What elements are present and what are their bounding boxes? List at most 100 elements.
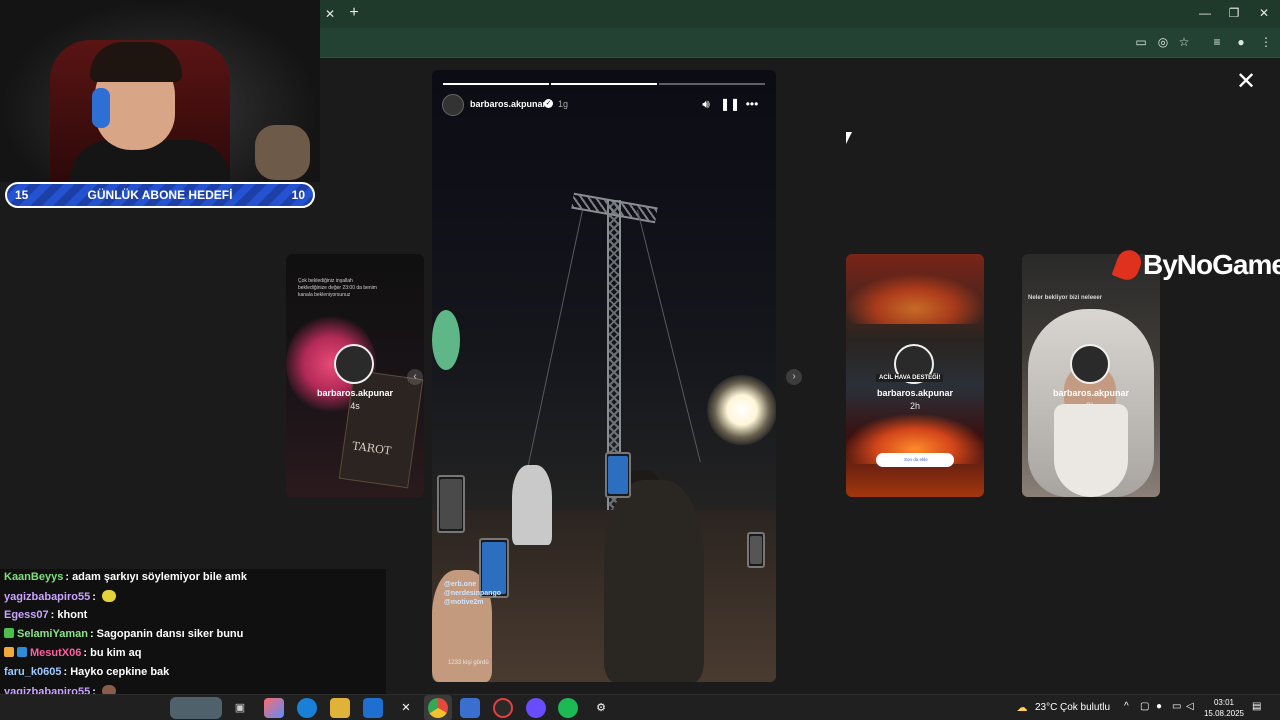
wizard-image — [1054, 404, 1128, 497]
clock-date: 15.08.2025 — [1203, 709, 1245, 718]
chat-username[interactable]: KaanBeyys — [4, 571, 63, 583]
stage-light — [707, 375, 776, 445]
chat-separator: : — [92, 591, 99, 603]
side-story-middle[interactable]: ACİL HAVA DESTEĞİ! barbaros.akpunar 2h S… — [846, 254, 984, 497]
chat-badge-icon — [17, 647, 27, 657]
star-icon[interactable]: ☆ — [1175, 33, 1193, 51]
hand-image — [255, 125, 310, 180]
chat-text: adam şarkıyı söylemiyor bile amk — [72, 571, 247, 583]
notifications-icon[interactable]: ▤ — [1252, 701, 1261, 712]
story-username[interactable]: barbaros.akpunar — [470, 99, 546, 109]
task-view-icon[interactable]: ▣ — [230, 698, 250, 718]
streamer-image — [90, 42, 182, 82]
goal-label: GÜNLÜK ABONE HEDEFİ — [87, 188, 233, 202]
system-clock[interactable]: 03:01 15.08.2025 — [1200, 697, 1248, 719]
cast-icon[interactable]: ▭ — [1132, 33, 1150, 51]
volume-icon[interactable]: ◁ — [1186, 701, 1194, 712]
chat-username[interactable]: Egess07 — [4, 609, 49, 621]
previous-story-chevron-icon[interactable]: ‹ — [407, 369, 423, 385]
story-username: barbaros.akpunar — [1052, 388, 1130, 398]
minimize-button[interactable]: — — [1193, 4, 1217, 22]
webcam-overlay — [0, 0, 320, 182]
mention-tag[interactable]: @motive2m — [444, 598, 501, 607]
phone-image — [437, 475, 465, 533]
chat-message: MesutX06: bu kim aq — [4, 647, 141, 664]
phone-image — [605, 452, 631, 498]
chat-username[interactable]: faru_k0605 — [4, 666, 62, 678]
weather-desc[interactable]: Çok bulutlu — [1060, 702, 1110, 713]
mention-tag[interactable]: @nerdesinpango — [444, 589, 501, 598]
viewer-count[interactable]: 1233 kişi gördü — [448, 660, 489, 666]
chat-message: Egess07: khont — [4, 609, 87, 626]
chat-badge-icon — [4, 628, 14, 638]
media-icon[interactable]: ≡ — [1208, 33, 1226, 51]
new-tab-button[interactable]: + — [345, 4, 363, 22]
progress-segment — [659, 83, 765, 85]
chrome-icon[interactable] — [428, 698, 448, 718]
brand-text: ByNoGame — [1143, 249, 1280, 280]
next-story-chevron-icon[interactable]: › — [786, 369, 802, 385]
balloon-image — [432, 310, 460, 370]
app-icon[interactable] — [460, 698, 480, 718]
outlook-icon[interactable] — [363, 698, 383, 718]
story-time: 4s — [350, 401, 360, 411]
chat-text: khont — [57, 609, 88, 621]
pause-icon[interactable]: ❚❚ — [720, 96, 740, 112]
chat-username[interactable]: SelamiYaman — [17, 628, 88, 640]
progress-segment — [551, 83, 657, 85]
edge-icon[interactable] — [297, 698, 317, 718]
chat-message: faru_k0605: Hayko cepkine bak — [4, 666, 169, 683]
chat-message: SelamiYaman: Sagopanin dansı siker bunu — [4, 628, 243, 645]
tray-chevron-up-icon[interactable]: ^ — [1124, 701, 1129, 712]
file-explorer-icon[interactable] — [330, 698, 350, 718]
chat-username[interactable]: MesutX06 — [30, 647, 81, 659]
copilot-icon[interactable] — [264, 698, 284, 718]
eye-off-icon[interactable]: ◎ — [1154, 33, 1172, 51]
side-story-left[interactable]: Çok beklediğiniz inşallah beklediğinize … — [286, 254, 424, 497]
volume-icon[interactable]: 🔊︎ — [698, 96, 714, 112]
stage-wire — [519, 209, 583, 504]
avatar[interactable] — [442, 94, 464, 116]
close-icon[interactable]: ✕ — [1234, 70, 1258, 94]
more-options-icon[interactable]: ••• — [744, 96, 760, 112]
profile-icon[interactable]: ● — [1232, 33, 1250, 51]
story-username: barbaros.akpunar — [316, 388, 394, 398]
story-username: barbaros.akpunar — [876, 388, 954, 398]
settings-gear-icon[interactable]: ⚙ — [591, 698, 611, 718]
chat-username[interactable]: yagizbabapiro55 — [4, 591, 90, 603]
screen: ✕ + — ❐ ✕ ▭ ◎ ☆ ≡ ● ⋮ Çok beklediğiniz i… — [0, 0, 1280, 720]
mouse-cursor-icon — [846, 132, 858, 144]
microphone-icon[interactable]: ● — [1156, 701, 1162, 712]
chat-emote-icon — [101, 590, 116, 602]
person-image — [604, 480, 704, 682]
mention-tag[interactable]: @erb.one — [444, 580, 501, 589]
obs-icon[interactable] — [493, 698, 513, 718]
story-caption: Neler bekliyor bizi neleeer — [1028, 295, 1103, 301]
chat-text: Hayko cepkine bak — [70, 666, 170, 678]
side-story-right[interactable]: Neler bekliyor bizi neleeer barbaros.akp… — [1022, 254, 1160, 497]
weather-temp[interactable]: 23°C — [1035, 702, 1057, 713]
main-story[interactable]: barbaros.akpunar ✓ 1g 🔊︎ ❚❚ ••• @erb.one… — [432, 70, 776, 682]
widget-thumbnail[interactable] — [170, 697, 222, 719]
restore-button[interactable]: ❐ — [1222, 4, 1246, 22]
chat-message: KaanBeyys: adam şarkıyı söylemiyor bile … — [4, 571, 247, 588]
chat-separator: : — [89, 628, 97, 640]
tab-close-button[interactable]: ✕ — [322, 6, 338, 22]
menu-icon[interactable]: ⋮ — [1257, 33, 1275, 51]
verified-icon: ✓ — [544, 99, 553, 108]
chat-badge-icon — [4, 647, 14, 657]
goal-target-value: 10 — [291, 188, 305, 202]
spotify-icon[interactable] — [558, 698, 578, 718]
xbox-icon[interactable]: ✕ — [396, 698, 416, 718]
clock-time: 03:01 — [1213, 698, 1235, 707]
story-time: 2h — [909, 401, 920, 411]
phone-image — [747, 532, 765, 568]
discord-icon[interactable] — [526, 698, 546, 718]
window-close-button[interactable]: ✕ — [1252, 4, 1276, 22]
story-badge: ACİL HAVA DESTEĞİ! — [876, 374, 944, 382]
story-time: 3h — [1085, 401, 1096, 411]
avatar — [1070, 344, 1110, 384]
network-icon[interactable]: ▭ — [1172, 701, 1181, 712]
chat-text: Sagopanin dansı siker bunu — [96, 628, 244, 640]
tray-app-icon[interactable]: ▢ — [1140, 701, 1149, 712]
